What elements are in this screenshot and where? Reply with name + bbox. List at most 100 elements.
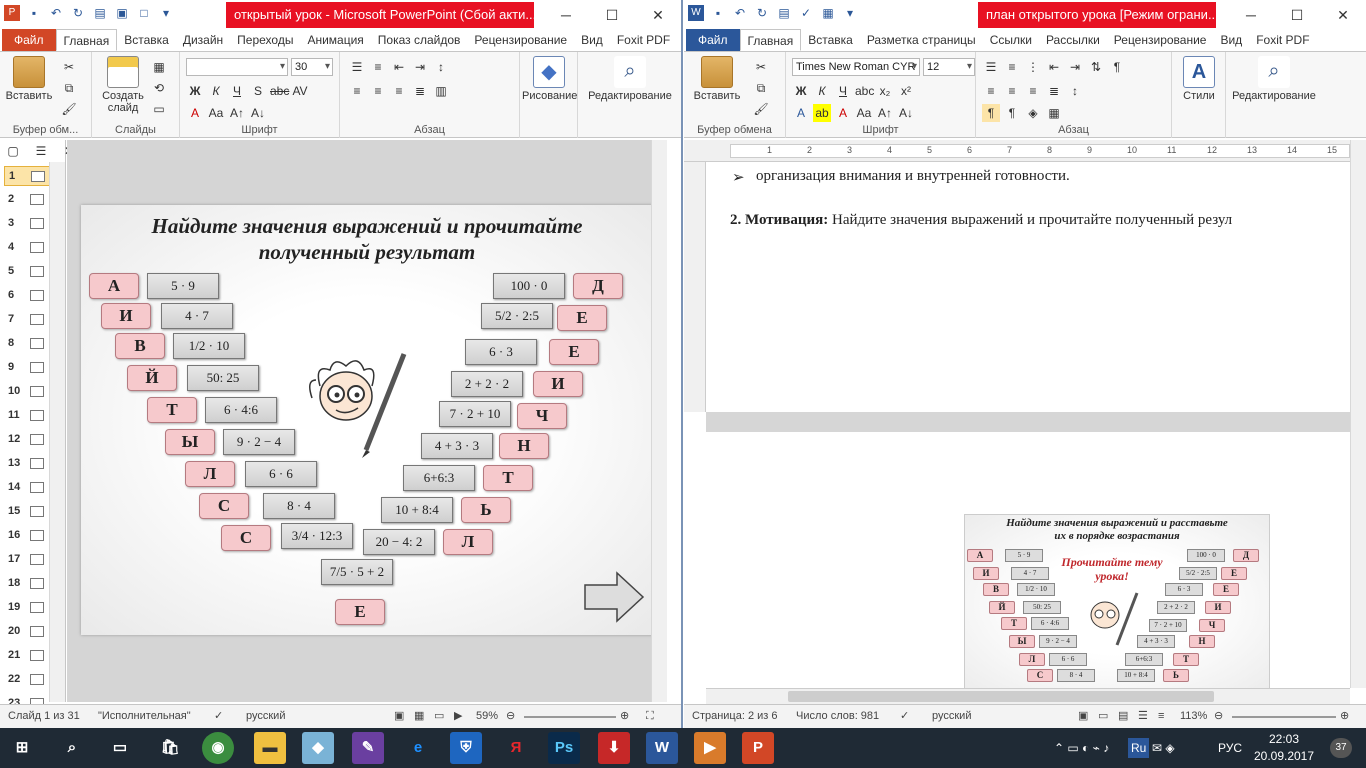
doc-vscrollbar[interactable] (1350, 140, 1366, 688)
slide-canvas[interactable]: Найдите значения выражений и прочитайте … (81, 205, 653, 635)
yandex-icon[interactable]: Я (500, 732, 532, 764)
paste-button[interactable]: Вставить (690, 56, 744, 102)
spell-icon[interactable]: ✓ (798, 5, 814, 21)
font-size-combo[interactable]: 12 (923, 58, 975, 76)
change-case-icon[interactable]: Aa (207, 104, 225, 122)
vertical-ruler[interactable] (684, 162, 706, 412)
indent-icon[interactable]: ⇥ (411, 58, 429, 76)
tab-references[interactable]: Ссылки (983, 29, 1039, 51)
letter-tile[interactable]: Ь (461, 497, 511, 523)
tab-review[interactable]: Рецензирование (467, 29, 574, 51)
letter-tile[interactable]: Л (185, 461, 235, 487)
zoom-slider[interactable] (1232, 716, 1336, 718)
styles-button[interactable]: A Стили (1172, 56, 1226, 102)
letter-tile[interactable]: Е (557, 305, 607, 331)
align-right-icon[interactable]: ≡ (1024, 82, 1042, 100)
multilevel-icon[interactable]: ⋮ (1024, 58, 1042, 76)
expression-box[interactable]: 7 · 2 + 10 (439, 401, 511, 427)
undo-icon[interactable]: ↶ (48, 5, 64, 21)
download-icon[interactable]: ⬇ (598, 732, 630, 764)
tab-design[interactable]: Дизайн (176, 29, 230, 51)
zoom-slider[interactable] (524, 716, 616, 718)
next-arrow-button[interactable] (583, 571, 645, 623)
close-icon[interactable]: ✕ (635, 0, 681, 30)
expression-box[interactable]: 4 + 3 · 3 (421, 433, 493, 459)
tab-view[interactable]: Вид (574, 29, 610, 51)
print-icon[interactable]: ▤ (776, 5, 792, 21)
minimize-icon[interactable]: ─ (543, 0, 589, 30)
borders-icon[interactable]: ▦ (1045, 104, 1063, 122)
copy-icon[interactable]: ⧉ (60, 79, 78, 97)
tab-animation[interactable]: Анимация (300, 29, 370, 51)
app-icon-2[interactable]: ✎ (352, 732, 384, 764)
app-icon-1[interactable]: ◆ (302, 732, 334, 764)
letter-tile[interactable]: Д (573, 273, 623, 299)
draft-icon[interactable]: ≡ (1158, 705, 1164, 727)
close-icon[interactable]: ✕ (1320, 0, 1366, 30)
print-icon[interactable]: ▤ (92, 5, 108, 21)
document-area[interactable]: … ➢ организация внимания и внутренней го… (706, 162, 1350, 688)
qat-menu-icon[interactable]: ▾ (842, 5, 858, 21)
subscript-icon[interactable]: x₂ (876, 82, 894, 100)
bold-icon[interactable]: Ж (186, 82, 204, 100)
underline-icon[interactable]: Ч (834, 82, 852, 100)
bullets-icon[interactable]: ☰ (982, 58, 1000, 76)
store-icon[interactable]: 🛍 (154, 732, 186, 764)
editing-button[interactable]: ⌕ Редактирование (1228, 56, 1320, 102)
app-icon[interactable]: P (4, 5, 20, 21)
new-slide-button[interactable]: Создать слайд (96, 56, 150, 114)
expression-box[interactable]: 3/4 · 12:3 (281, 523, 353, 549)
letter-tile[interactable]: Е (335, 599, 385, 625)
justify-icon[interactable]: ≣ (411, 82, 429, 100)
line-spacing-icon[interactable]: ↕ (432, 58, 450, 76)
expression-box[interactable]: 1/2 · 10 (173, 333, 245, 359)
letter-tile[interactable]: Ч (517, 403, 567, 429)
align-left-icon[interactable]: ≡ (982, 82, 1000, 100)
spacing-icon[interactable]: AV (291, 82, 309, 100)
tab-insert[interactable]: Вставка (801, 29, 860, 51)
expression-box[interactable]: 6+6:3 (403, 465, 475, 491)
redo-icon[interactable]: ↻ (70, 5, 86, 21)
zoom-out-icon[interactable]: ⊖ (506, 705, 515, 727)
expression-box[interactable]: 6 · 6 (245, 461, 317, 487)
thumbs-scrollbar[interactable] (49, 162, 65, 702)
font-name-combo[interactable]: Times New Roman CYR (792, 58, 920, 76)
text-effects-icon[interactable]: A (792, 104, 810, 122)
letter-tile[interactable]: Л (443, 529, 493, 555)
qat-menu-icon[interactable]: ▾ (158, 5, 174, 21)
slideshow-view-icon[interactable]: ▶ (454, 705, 462, 727)
slide-scrollbar[interactable] (651, 140, 667, 702)
shadow-icon[interactable]: S (249, 82, 267, 100)
align-center-icon[interactable]: ≡ (369, 82, 387, 100)
save-icon[interactable]: ▪ (26, 5, 42, 21)
expression-box[interactable]: 8 · 4 (263, 493, 335, 519)
task-view-icon[interactable]: ▭ (104, 732, 136, 764)
normal-view-icon[interactable]: ▣ (394, 705, 404, 727)
letter-tile[interactable]: Ы (165, 429, 215, 455)
language[interactable]: русский (246, 705, 285, 727)
defender-icon[interactable]: ⛨ (450, 732, 482, 764)
zoom-in-icon[interactable]: ⊕ (620, 705, 629, 727)
tab-foxit[interactable]: Foxit PDF (1249, 29, 1316, 51)
underline-icon[interactable]: Ч (228, 82, 246, 100)
indent-icon[interactable]: ⇥ (1066, 58, 1084, 76)
tab-file[interactable]: Файл (2, 29, 56, 51)
tab-review[interactable]: Рецензирование (1107, 29, 1214, 51)
web-layout-icon[interactable]: ▤ (1118, 705, 1128, 727)
cut-icon[interactable]: ✂ (60, 58, 78, 76)
expression-box[interactable]: 20 − 4: 2 (363, 529, 435, 555)
zoom-level[interactable]: 113% (1180, 705, 1207, 727)
font-size-combo[interactable]: 30 (291, 58, 333, 76)
expression-box[interactable]: 6 · 4:6 (205, 397, 277, 423)
expression-box[interactable]: 9 · 2 − 4 (223, 429, 295, 455)
chrome-icon[interactable]: ◉ (202, 732, 234, 764)
letter-tile[interactable]: И (101, 303, 151, 329)
photoshop-icon[interactable]: Ps (548, 732, 580, 764)
redo-icon[interactable]: ↻ (754, 5, 770, 21)
cut-icon[interactable]: ✂ (752, 58, 770, 76)
align-right-icon[interactable]: ≡ (390, 82, 408, 100)
minimize-icon[interactable]: ─ (1228, 0, 1274, 30)
letter-tile[interactable]: Е (549, 339, 599, 365)
font-color-icon[interactable]: A (834, 104, 852, 122)
page-2[interactable]: … ➢ организация внимания и внутренней го… (706, 162, 1350, 412)
